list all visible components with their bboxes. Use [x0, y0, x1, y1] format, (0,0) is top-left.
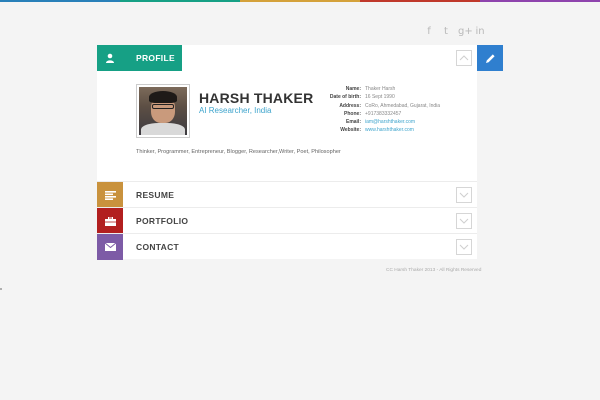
profile-tab[interactable]: PROFILE [97, 45, 477, 71]
info-row: Phone: +917383332457 [312, 110, 440, 118]
briefcase-icon [97, 208, 123, 234]
user-icon [97, 45, 123, 71]
portfolio-tab-label: PORTFOLIO [136, 216, 189, 226]
info-key: Phone: [344, 110, 361, 117]
info-value: +917383332457 [365, 110, 402, 117]
topbar-segment-green [120, 0, 240, 2]
info-row: Email: iam@harshthaker.com [312, 118, 440, 126]
googleplus-icon[interactable]: g+ [458, 27, 473, 37]
info-row: Website: www.harshthaker.com [312, 126, 440, 134]
avatar [136, 84, 190, 138]
info-key: Email: [345, 119, 361, 126]
pencil-icon [485, 53, 495, 63]
profile-name: HARSH THAKER [199, 90, 314, 106]
page-dot [0, 288, 2, 290]
resume-tab[interactable]: RESUME [97, 181, 477, 208]
contact-tab[interactable]: CONTACT [97, 233, 477, 260]
info-value: CoRo, Ahmedabad, Gujarat, India [365, 102, 441, 109]
chevron-down-icon[interactable] [456, 187, 472, 203]
twitter-icon[interactable]: t [441, 27, 451, 37]
info-row: Date of birth: 16 Sept 1990 [312, 93, 440, 101]
website-link[interactable]: www.harshthaker.com [365, 126, 414, 134]
topbar-segment-orange [240, 0, 360, 2]
envelope-icon [97, 234, 123, 260]
topbar-segment-red [360, 0, 480, 2]
profile-content: HARSH THAKER AI Researcher, India Name: … [97, 71, 477, 181]
edit-button[interactable] [477, 45, 503, 71]
topbar-segment-purple [480, 0, 600, 2]
info-value: 16 Sept 1990 [365, 94, 395, 101]
info-key: Name: [345, 86, 361, 92]
facebook-icon[interactable]: f [424, 27, 434, 37]
chevron-down-icon[interactable] [456, 213, 472, 229]
chevron-up-icon[interactable] [456, 50, 472, 66]
profile-subtitle: AI Researcher, India [199, 106, 272, 115]
info-key: Website: [340, 127, 361, 134]
profile-info: Name: Thaker Harsh Date of birth: 16 Sep… [312, 85, 440, 135]
info-row: Address: CoRo, Ahmedabad, Gujarat, India [312, 102, 440, 110]
info-key: Date of birth: [329, 94, 361, 101]
social-links: f t g+ in [424, 27, 485, 37]
list-icon [97, 182, 123, 208]
profile-bio: Thinker, Programmer, Entrepreneur, Blogg… [136, 149, 341, 155]
chevron-down-icon[interactable] [456, 239, 472, 255]
info-row: Name: Thaker Harsh [312, 85, 440, 93]
info-value: Thaker Harsh [365, 86, 396, 92]
topbar-segment-blue [0, 0, 120, 2]
resume-tab-label: RESUME [136, 190, 175, 200]
contact-tab-label: CONTACT [136, 242, 180, 252]
email-link[interactable]: iam@harshthaker.com [365, 118, 415, 126]
footer-copyright: CC Harsh Thaker 2013 - All Rights Reserv… [386, 268, 482, 273]
info-key: Address: [339, 102, 361, 109]
linkedin-icon[interactable]: in [475, 27, 485, 37]
portfolio-tab[interactable]: PORTFOLIO [97, 207, 477, 234]
color-topbar [0, 0, 600, 2]
